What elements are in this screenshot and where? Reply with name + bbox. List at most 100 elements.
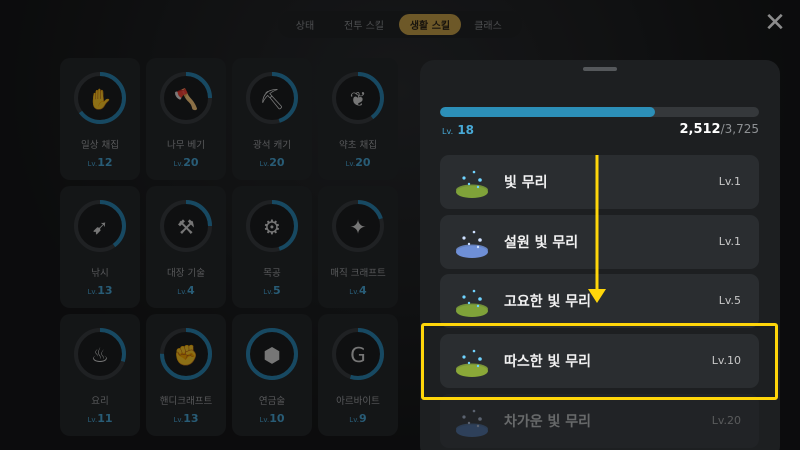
skill-name: 낚시 xyxy=(91,268,109,279)
xp-readout: 2,512/3,725 xyxy=(679,122,759,137)
xp-progress-bar xyxy=(440,107,759,117)
light-name: 고요한 빛 무리 xyxy=(504,294,592,310)
skill-level-value: 13 xyxy=(97,284,113,297)
skill-level-prefix: Lv. xyxy=(87,160,98,168)
xp-current: 2,512 xyxy=(679,122,721,137)
skill-card[interactable]: ✊ 핸디크래프트 Lv.13 xyxy=(146,314,226,436)
svg-text:⚒: ⚒ xyxy=(177,215,195,239)
skill-progress-ring: ♨ xyxy=(74,328,126,380)
skill-progress-ring: 🪓 xyxy=(160,72,212,124)
skill-level-value: 13 xyxy=(183,412,199,425)
light-swarm-icon xyxy=(456,289,488,317)
light-level: Lv.20 xyxy=(711,414,741,427)
skill-card[interactable]: G 아르바이트 Lv.9 xyxy=(318,314,398,436)
highlight-box xyxy=(421,323,778,400)
skill-name: 나무 베기 xyxy=(167,140,205,151)
skill-name: 매직 크래프트 xyxy=(330,268,386,279)
tab-class[interactable]: 클래스 xyxy=(461,14,515,35)
skill-level-value: 20 xyxy=(269,156,285,169)
skill-level: Lv.13 xyxy=(60,284,140,297)
skill-card[interactable]: ⬢ 연금술 Lv.10 xyxy=(232,314,312,436)
skill-name: 핸디크래프트 xyxy=(159,396,213,407)
skill-name: 광석 캐기 xyxy=(253,140,291,151)
light-list-item[interactable]: 차가운 빛 무리 Lv.20 xyxy=(440,394,759,448)
skill-level-value: 4 xyxy=(187,284,195,297)
skill-card[interactable]: ⚒ 대장 기술 Lv.4 xyxy=(146,186,226,308)
light-level: Lv.1 xyxy=(718,175,741,188)
skill-level-prefix: Lv. xyxy=(263,288,274,296)
down-arrow-icon xyxy=(588,155,606,303)
skill-card[interactable]: ✦ 매직 크래프트 Lv.4 xyxy=(318,186,398,308)
light-name: 빛 무리 xyxy=(504,175,548,191)
skill-progress-ring: ⛏ xyxy=(246,72,298,124)
tab-bar: 상태 전투 스킬 생활 스킬 클래스 xyxy=(278,11,522,38)
skill-level-prefix: Lv. xyxy=(173,160,184,168)
skill-level-value: 9 xyxy=(359,412,367,425)
skill-name: 목공 xyxy=(263,268,281,279)
skill-level: Lv.20 xyxy=(318,156,398,169)
skill-card[interactable]: ❦ 약초 채집 Lv.20 xyxy=(318,58,398,180)
skill-progress-ring: G xyxy=(332,328,384,380)
skill-level-value: 11 xyxy=(97,412,113,425)
tab-life-skills[interactable]: 생활 스킬 xyxy=(399,14,461,35)
skill-level: Lv.20 xyxy=(146,156,226,169)
panel-level-value: 18 xyxy=(457,123,475,137)
panel-level: Lv. 18 xyxy=(442,123,474,137)
svg-text:➹: ➹ xyxy=(92,215,109,239)
light-swarm-icon xyxy=(456,170,488,198)
svg-text:⚙: ⚙ xyxy=(263,215,281,239)
skill-level: Lv.12 xyxy=(60,156,140,169)
skill-name: 요리 xyxy=(91,396,109,407)
skill-level-value: 5 xyxy=(273,284,281,297)
svg-text:❦: ❦ xyxy=(350,87,367,111)
skill-progress-ring: ✦ xyxy=(332,200,384,252)
svg-text:⬢: ⬢ xyxy=(263,343,280,367)
tab-status[interactable]: 상태 xyxy=(281,14,329,35)
skill-progress-ring: ⬢ xyxy=(246,328,298,380)
skill-level-value: 4 xyxy=(359,284,367,297)
skill-card[interactable]: 🪓 나무 베기 Lv.20 xyxy=(146,58,226,180)
light-name: 차가운 빛 무리 xyxy=(504,414,592,430)
xp-progress-fill xyxy=(440,107,655,117)
skill-level-prefix: Lv. xyxy=(349,416,360,424)
skill-level-value: 20 xyxy=(355,156,371,169)
skill-card[interactable]: ♨ 요리 Lv.11 xyxy=(60,314,140,436)
svg-text:⛏: ⛏ xyxy=(259,87,284,111)
skill-progress-ring: ✋ xyxy=(74,72,126,124)
skill-progress-ring: ⚒ xyxy=(160,200,212,252)
skill-progress-ring: ✊ xyxy=(160,328,212,380)
skill-level-prefix: Lv. xyxy=(259,416,270,424)
skill-level-prefix: Lv. xyxy=(349,288,360,296)
light-level: Lv.1 xyxy=(718,235,741,248)
skill-name: 약초 채집 xyxy=(339,140,377,151)
skill-level-value: 20 xyxy=(183,156,199,169)
skill-name: 아르바이트 xyxy=(336,396,380,407)
svg-text:G: G xyxy=(350,343,366,367)
panel-level-prefix: Lv. xyxy=(442,127,454,136)
skill-card[interactable]: ✋ 일상 채집 Lv.12 xyxy=(60,58,140,180)
skill-card[interactable]: ➹ 낚시 Lv.13 xyxy=(60,186,140,308)
skill-card[interactable]: ⛏ 광석 캐기 Lv.20 xyxy=(232,58,312,180)
skill-level: Lv.13 xyxy=(146,412,226,425)
skill-level: Lv.4 xyxy=(318,284,398,297)
skill-level-prefix: Lv. xyxy=(177,288,188,296)
tab-combat-skills[interactable]: 전투 스킬 xyxy=(329,14,399,35)
skill-level-prefix: Lv. xyxy=(173,416,184,424)
close-icon[interactable]: ✕ xyxy=(762,10,788,36)
skill-level: Lv.9 xyxy=(318,412,398,425)
svg-text:✦: ✦ xyxy=(350,215,367,239)
svg-text:✋: ✋ xyxy=(88,87,113,111)
skill-level: Lv.4 xyxy=(146,284,226,297)
skill-level-prefix: Lv. xyxy=(87,288,98,296)
skill-progress-ring: ➹ xyxy=(74,200,126,252)
skill-name: 일상 채집 xyxy=(81,140,119,151)
skill-name: 대장 기술 xyxy=(167,268,205,279)
skill-progress-ring: ⚙ xyxy=(246,200,298,252)
svg-text:♨: ♨ xyxy=(91,343,109,367)
skill-card[interactable]: ⚙ 목공 Lv.5 xyxy=(232,186,312,308)
skill-progress-ring: ❦ xyxy=(332,72,384,124)
drag-handle[interactable] xyxy=(583,67,617,71)
skill-level: Lv.11 xyxy=(60,412,140,425)
light-level: Lv.5 xyxy=(718,294,741,307)
svg-text:🪓: 🪓 xyxy=(174,87,199,111)
